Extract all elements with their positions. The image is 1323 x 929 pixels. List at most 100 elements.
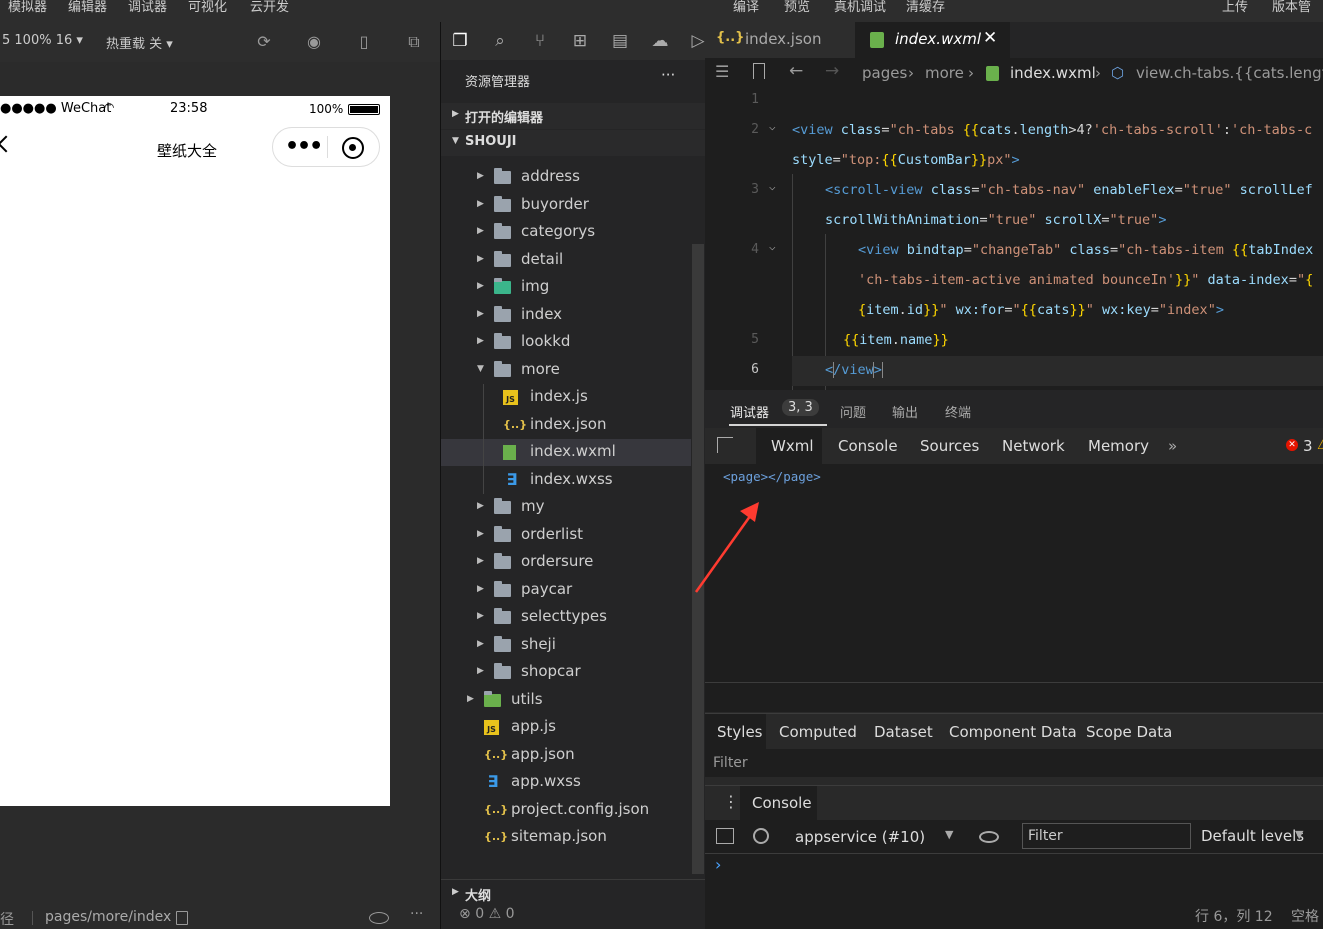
menu-cloud[interactable]: 云开发 bbox=[250, 0, 289, 15]
tree-item-buyorder[interactable]: ▶ buyorder bbox=[441, 192, 691, 219]
sidebar-toggle-icon[interactable] bbox=[716, 828, 734, 844]
tree-item-app-js[interactable]: JS app.js bbox=[441, 714, 691, 741]
drawer-menu-icon[interactable]: ⋮ bbox=[723, 792, 739, 811]
menu-visual[interactable]: 可视化 bbox=[188, 0, 227, 15]
tab-sources[interactable]: Sources bbox=[920, 437, 979, 455]
inspect-icon[interactable] bbox=[717, 437, 733, 453]
tree-item-ordersure[interactable]: ▶ ordersure bbox=[441, 549, 691, 576]
wxml-page-node[interactable]: <page></page> bbox=[723, 469, 821, 484]
menu-simulator[interactable]: 模拟器 bbox=[8, 0, 47, 15]
tree-item-index-wxss[interactable]: ∃ index.wxss bbox=[441, 467, 691, 494]
tree-item-img[interactable]: ▶ img bbox=[441, 274, 691, 301]
tab-problems[interactable]: 问题 bbox=[840, 402, 866, 421]
levels-arrow-icon[interactable]: ▼ bbox=[1295, 828, 1303, 841]
menu-debugger[interactable]: 调试器 bbox=[128, 0, 167, 15]
extensions-icon[interactable]: ⊞ bbox=[569, 30, 591, 52]
tab-wxml[interactable]: Wxml bbox=[771, 437, 814, 455]
levels-select[interactable]: Default levels bbox=[1201, 827, 1304, 845]
wxml-tree[interactable]: <page></page> bbox=[694, 464, 1323, 683]
more-icon[interactable]: ··· bbox=[410, 906, 423, 922]
tree-item-detail[interactable]: ▶ detail bbox=[441, 247, 691, 274]
tab-index-json[interactable]: {..} index.json bbox=[705, 22, 855, 58]
capsule-button[interactable]: ••• bbox=[272, 127, 380, 167]
tab-index-wxml[interactable]: index.wxml ✕ bbox=[855, 22, 1010, 58]
back-icon[interactable] bbox=[0, 135, 15, 153]
search-icon[interactable]: ⌕ bbox=[489, 30, 511, 52]
console-prompt[interactable]: › bbox=[715, 855, 721, 874]
tree-item-app-json[interactable]: {..} app.json bbox=[441, 742, 691, 769]
breadcrumb-symbol[interactable]: view.ch-tabs.{{cats.length> bbox=[1136, 64, 1323, 82]
tree-item-my[interactable]: ▶ my bbox=[441, 494, 691, 521]
tab-console[interactable]: Console bbox=[838, 437, 898, 455]
more-tabs-icon[interactable]: » bbox=[1168, 437, 1177, 455]
source-control-icon[interactable]: ⑂ bbox=[529, 30, 551, 52]
tab-dataset[interactable]: Dataset bbox=[874, 723, 933, 741]
clear-console-icon[interactable] bbox=[753, 828, 769, 844]
tree-item-shopcar[interactable]: ▶ shopcar bbox=[441, 659, 691, 686]
tab-terminal[interactable]: 终端 bbox=[945, 402, 971, 421]
stop-icon[interactable]: ◉ bbox=[304, 32, 324, 52]
docker-icon[interactable]: ☁ bbox=[649, 30, 671, 52]
tree-item-address[interactable]: ▶ address bbox=[441, 164, 691, 191]
outline-section[interactable]: ▶ 大纲 bbox=[441, 879, 706, 905]
error-badge-count[interactable]: 3 bbox=[1303, 437, 1313, 455]
arrow-left-icon[interactable]: ← bbox=[789, 61, 803, 81]
cursor-position[interactable]: 行 6，列 12 bbox=[1195, 906, 1273, 926]
tab-styles[interactable]: Styles bbox=[717, 723, 763, 741]
tree-item-sheji[interactable]: ▶ sheji bbox=[441, 632, 691, 659]
fold-chevron-icon[interactable]: ⌵ bbox=[769, 120, 776, 133]
menu-version[interactable]: 版本管 bbox=[1272, 0, 1311, 15]
tab-memory[interactable]: Memory bbox=[1088, 437, 1149, 455]
fold-chevron-icon[interactable]: ⌵ bbox=[769, 180, 776, 193]
copy-icon[interactable] bbox=[176, 911, 188, 925]
bookmark-icon[interactable] bbox=[753, 63, 765, 79]
code-area[interactable]: 1 2 3 4 5 6 ⌵ ⌵ ⌵ <view class="ch-tabs {… bbox=[705, 88, 1323, 390]
project-section[interactable]: ▼ SHOUJI bbox=[441, 130, 706, 156]
explorer-more-icon[interactable]: ··· bbox=[661, 66, 675, 84]
tab-component-data[interactable]: Component Data bbox=[949, 723, 1077, 741]
window-icon[interactable]: ⧉ bbox=[404, 32, 424, 52]
tree-item-index-wxml[interactable]: index.wxml bbox=[441, 439, 691, 466]
styles-filter-input[interactable]: Filter bbox=[713, 755, 748, 771]
tab-debugger[interactable]: 调试器 bbox=[730, 402, 769, 421]
tree-item-index[interactable]: ▶ index bbox=[441, 302, 691, 329]
tree-item-index-json[interactable]: {..} index.json bbox=[441, 412, 691, 439]
eye-icon[interactable] bbox=[369, 912, 389, 924]
tab-output[interactable]: 输出 bbox=[892, 402, 918, 421]
device-select[interactable]: 5 100% 16 ▾ bbox=[2, 33, 83, 48]
menu-editor[interactable]: 编辑器 bbox=[68, 0, 107, 15]
phone-icon[interactable]: ▯ bbox=[354, 32, 374, 52]
tree-item-lookkd[interactable]: ▶ lookkd bbox=[441, 329, 691, 356]
layout-icon[interactable]: ▤ bbox=[609, 30, 631, 52]
menu-upload[interactable]: 上传 bbox=[1222, 0, 1248, 15]
page-path[interactable]: pages/more/index bbox=[45, 909, 171, 925]
tree-item-app-wxss[interactable]: ∃ app.wxss bbox=[441, 769, 691, 796]
indent-setting[interactable]: 空格 bbox=[1291, 906, 1319, 926]
tab-computed[interactable]: Computed bbox=[779, 723, 857, 741]
drawer-console-tab[interactable]: Console bbox=[752, 794, 812, 812]
open-editors-section[interactable]: ▶ 打开的编辑器 bbox=[441, 103, 706, 129]
tree-item-sitemap-json[interactable]: {..} sitemap.json bbox=[441, 824, 691, 851]
menu-clear-cache[interactable]: 清缓存 bbox=[906, 0, 945, 15]
arrow-right-icon[interactable]: → bbox=[825, 61, 839, 81]
fold-chevron-icon[interactable]: ⌵ bbox=[769, 240, 776, 253]
tree-item-more[interactable]: ▼ more bbox=[441, 357, 691, 384]
close-capsule-icon[interactable] bbox=[342, 137, 364, 159]
files-icon[interactable]: ❐ bbox=[449, 30, 471, 52]
console-filter-input[interactable]: Filter bbox=[1022, 823, 1191, 849]
tree-item-index-js[interactable]: JS index.js bbox=[441, 384, 691, 411]
tree-item-orderlist[interactable]: ▶ orderlist bbox=[441, 522, 691, 549]
menu-compile[interactable]: 编译 bbox=[733, 0, 759, 15]
tab-network[interactable]: Network bbox=[1002, 437, 1065, 455]
tree-item-paycar[interactable]: ▶ paycar bbox=[441, 577, 691, 604]
dropdown-arrow-icon[interactable]: ▼ bbox=[945, 828, 953, 841]
eye-icon[interactable] bbox=[979, 831, 999, 843]
breadcrumb-file[interactable]: index.wxml bbox=[1010, 64, 1096, 82]
context-select[interactable]: appservice (#10) bbox=[795, 828, 925, 846]
tree-item-project-config-json[interactable]: {..} project.config.json bbox=[441, 797, 691, 824]
tree-item-selecttypes[interactable]: ▶ selecttypes bbox=[441, 604, 691, 631]
menu-real-debug[interactable]: 真机调试 bbox=[834, 0, 886, 15]
refresh-icon[interactable]: ⟳ bbox=[254, 32, 274, 52]
breadcrumb-more[interactable]: more bbox=[925, 64, 964, 82]
tab-scope-data[interactable]: Scope Data bbox=[1086, 723, 1172, 741]
